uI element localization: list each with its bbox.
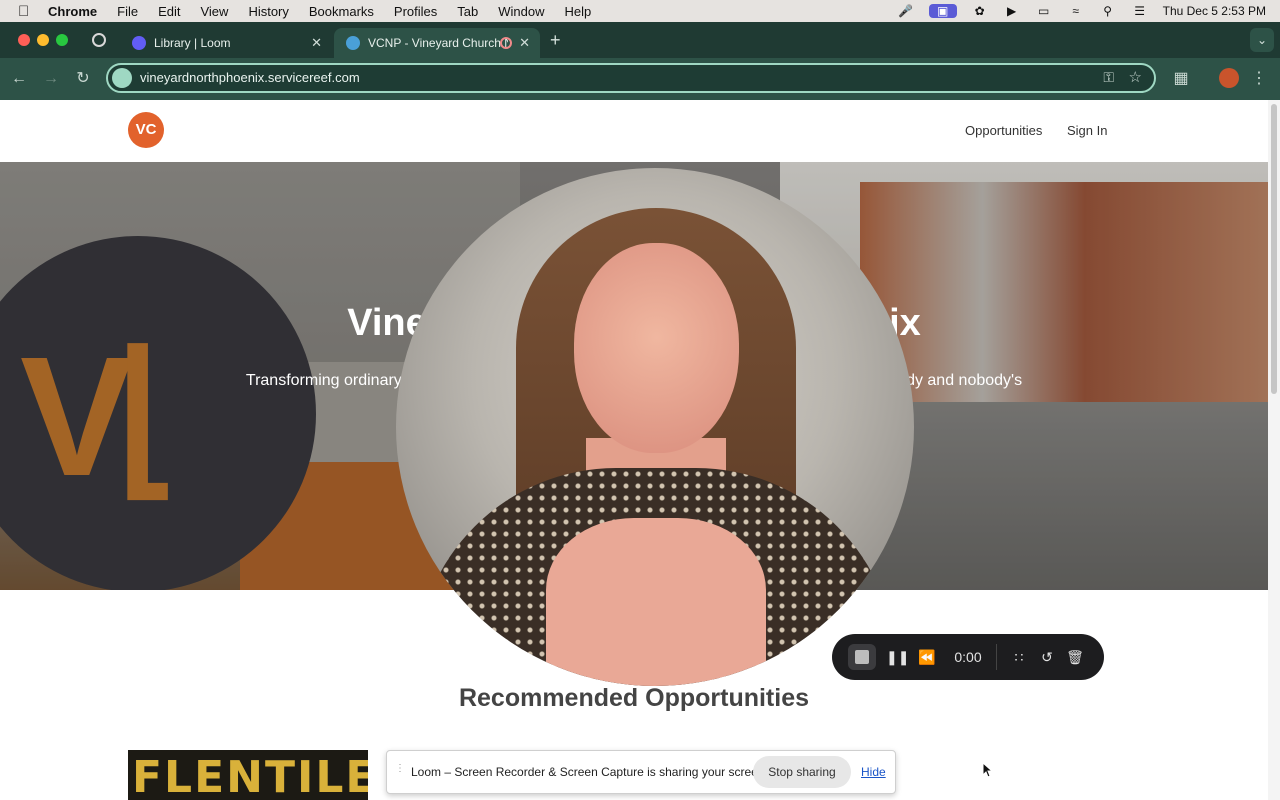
recording-tab-icon[interactable] xyxy=(92,33,106,47)
play-circle-icon[interactable]: ▶ xyxy=(1003,4,1021,18)
sharing-message: Loom – Screen Recorder & Screen Capture … xyxy=(411,765,768,779)
menu-history[interactable]: History xyxy=(248,4,288,19)
menu-bookmarks[interactable]: Bookmarks xyxy=(309,4,374,19)
stop-square-icon xyxy=(855,650,869,664)
pause-icon[interactable]: ❚❚ xyxy=(886,646,909,668)
tab-close-icon[interactable]: ✕ xyxy=(519,35,530,51)
menu-app-name[interactable]: Chrome xyxy=(48,4,97,19)
tab-close-icon[interactable]: ✕ xyxy=(311,35,322,51)
menu-file[interactable]: File xyxy=(117,4,138,19)
reload-icon[interactable]: ↻ xyxy=(72,68,94,90)
microphone-icon[interactable]: 🎤 xyxy=(897,4,915,18)
nav-opportunities-link[interactable]: Opportunities xyxy=(965,123,1042,138)
nav-sign-in-link[interactable]: Sign In xyxy=(1067,123,1107,138)
loom-camera-bubble[interactable] xyxy=(396,168,914,686)
address-bar-url[interactable]: vineyardnorthphoenix.servicereef.com xyxy=(140,70,360,85)
screen-share-icon[interactable]: ▣ xyxy=(928,4,957,18)
menubar-status-area: 🎤 ▣ ✿ ▶ ▭ ≈ ⚲ ☰ Thu Dec 5 2:53 PM xyxy=(897,0,1266,22)
hide-link[interactable]: Hide xyxy=(861,765,886,779)
drag-handle-icon[interactable]: ⋮ xyxy=(395,764,405,779)
menu-edit[interactable]: Edit xyxy=(158,4,180,19)
delete-trash-icon[interactable]: 🗑 xyxy=(1064,646,1086,668)
tab-label: VCNP - Vineyard Church N xyxy=(368,36,508,50)
forward-arrow-icon[interactable]: → xyxy=(40,68,62,90)
wifi-icon[interactable]: ≈ xyxy=(1067,4,1085,18)
browser-toolbar: ← → ↻ vineyardnorthphoenix.servicereef.c… xyxy=(0,58,1280,100)
control-center-icon[interactable]: ☰ xyxy=(1131,4,1149,18)
controls-divider xyxy=(996,644,997,670)
camera-person-chest xyxy=(546,518,766,686)
tab-library-loom[interactable]: Library | Loom ✕ xyxy=(120,28,332,58)
chrome-menu-icon[interactable]: ⋮ xyxy=(1248,68,1270,90)
site-info-icon[interactable] xyxy=(112,68,132,88)
browser-tab-bar: Library | Loom ✕ VCNP - Vineyard Church … xyxy=(0,22,1280,58)
recording-indicator-icon xyxy=(500,37,512,49)
stop-recording-button[interactable] xyxy=(848,644,876,670)
opportunity-card-image[interactable]: FLENTILES xyxy=(128,750,368,800)
tab-search-chevron-icon[interactable]: ⌄ xyxy=(1250,28,1274,52)
spotlight-search-icon[interactable]: ⚲ xyxy=(1099,4,1117,18)
rewind-icon[interactable]: ⏪ xyxy=(916,646,938,668)
back-arrow-icon[interactable]: ← xyxy=(8,68,30,90)
menu-view[interactable]: View xyxy=(200,4,228,19)
site-header: VC Opportunities Sign In xyxy=(0,100,1268,163)
menu-profiles[interactable]: Profiles xyxy=(394,4,437,19)
new-tab-icon[interactable]: + xyxy=(550,30,561,51)
stop-sharing-button[interactable]: Stop sharing xyxy=(753,756,851,788)
servicereef-favicon-icon xyxy=(346,36,360,50)
scrollbar-thumb[interactable] xyxy=(1271,104,1277,394)
loom-favicon-icon xyxy=(132,36,146,50)
menubar-clock[interactable]: Thu Dec 5 2:53 PM xyxy=(1163,4,1266,18)
menu-help[interactable]: Help xyxy=(565,4,592,19)
camera-person-face xyxy=(574,243,739,453)
extensions-puzzle-icon[interactable]: ▦ xyxy=(1170,68,1192,90)
bookmark-star-icon[interactable]: ☆ xyxy=(1129,68,1142,86)
section-title: Recommended Opportunities xyxy=(458,684,810,712)
menu-tab[interactable]: Tab xyxy=(457,4,478,19)
address-bar[interactable]: vineyardnorthphoenix.servicereef.com ⚿ ☆ xyxy=(106,63,1156,93)
recording-timer: 0:00 xyxy=(954,649,982,665)
loom-status-icon[interactable]: ✿ xyxy=(971,4,989,18)
profile-avatar[interactable] xyxy=(1219,68,1239,88)
window-close-icon[interactable] xyxy=(18,34,30,46)
menu-window[interactable]: Window xyxy=(498,4,544,19)
tab-label: Library | Loom xyxy=(154,36,231,50)
tab-vcnp[interactable]: VCNP - Vineyard Church N ✕ xyxy=(334,28,540,58)
page-scrollbar[interactable] xyxy=(1268,100,1280,800)
mac-menubar:  Chrome File Edit View History Bookmark… xyxy=(0,0,1280,22)
battery-icon[interactable]: ▭ xyxy=(1035,4,1053,18)
password-key-icon[interactable]: ⚿ xyxy=(1103,69,1114,86)
drawing-grid-icon[interactable]: ∷ xyxy=(1008,646,1030,668)
loom-recording-controls: ❚❚ ⏪ 0:00 ∷ ↺ 🗑 xyxy=(832,634,1104,680)
window-minimize-icon[interactable] xyxy=(37,34,49,46)
window-zoom-icon[interactable] xyxy=(56,34,68,46)
apple-menu-icon[interactable]:  xyxy=(18,3,34,20)
site-logo[interactable]: VC xyxy=(128,112,164,148)
mouse-pointer-icon xyxy=(982,762,994,778)
card-image-text: FLENTILES xyxy=(132,752,368,800)
screen-sharing-bar: ⋮ Loom – Screen Recorder & Screen Captur… xyxy=(386,750,896,794)
restart-icon[interactable]: ↺ xyxy=(1036,646,1058,668)
